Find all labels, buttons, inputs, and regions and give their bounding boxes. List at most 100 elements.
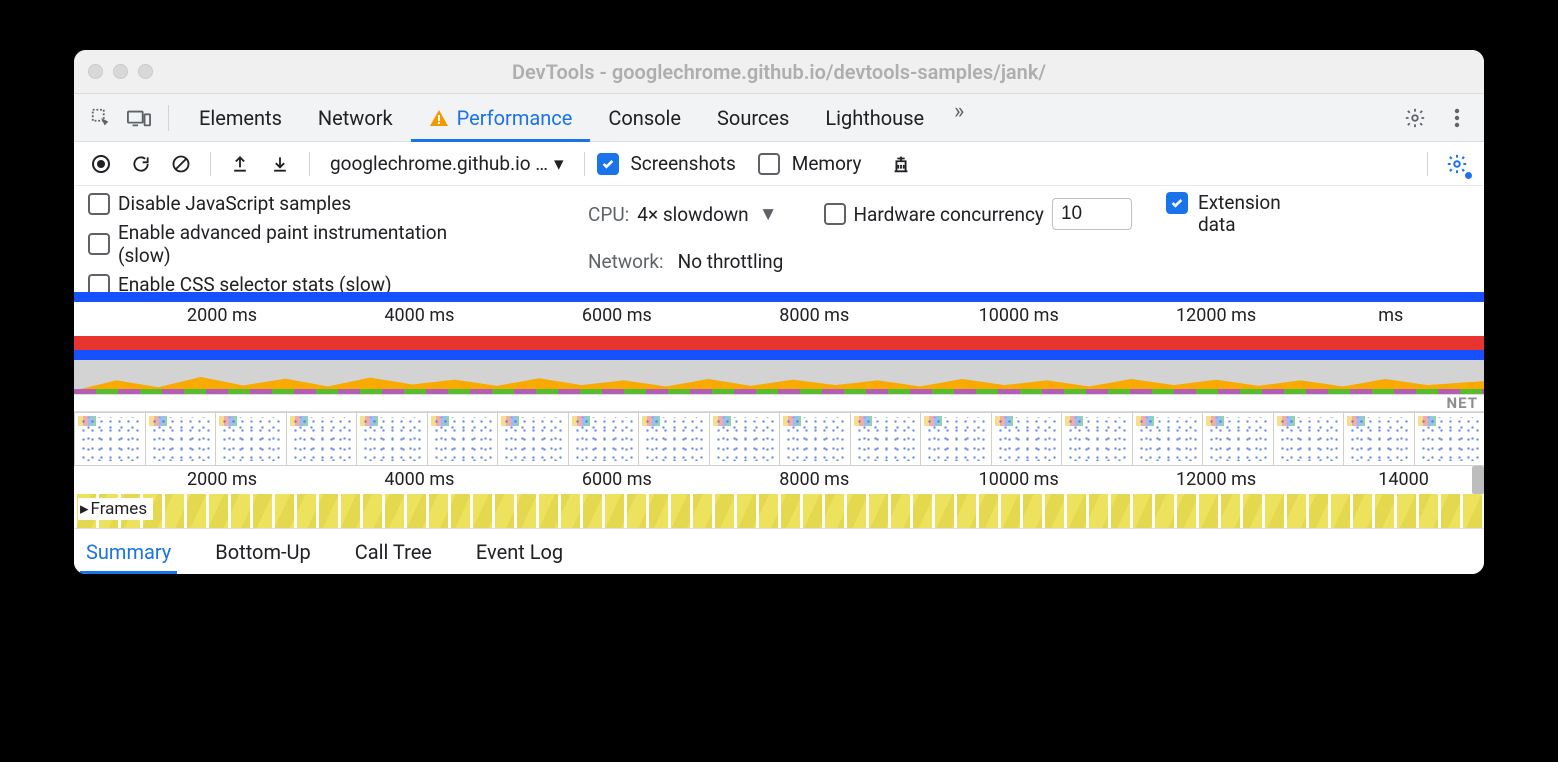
disable-js-samples-label: Disable JavaScript samples <box>118 192 351 215</box>
filmstrip-thumb[interactable] <box>1202 412 1274 466</box>
chevron-down-icon: ▼ <box>759 202 778 226</box>
hardware-concurrency-input[interactable] <box>1052 198 1132 230</box>
cpu-label: CPU: <box>588 203 629 226</box>
tick-label: 6000 ms <box>582 305 652 326</box>
filmstrip-thumb[interactable] <box>1132 412 1204 466</box>
overview-ticks: 2000 ms 4000 ms 6000 ms 8000 ms 10000 ms… <box>74 302 1484 332</box>
filmstrip-thumb[interactable] <box>1343 412 1415 466</box>
tab-network[interactable]: Network <box>300 94 411 141</box>
overview-ruler[interactable]: 2000 ms 4000 ms 6000 ms 8000 ms 10000 ms… <box>74 292 1484 360</box>
maximize-window-icon[interactable] <box>138 64 153 79</box>
network-throttle-value: No throttling <box>678 250 784 273</box>
device-toolbar-icon[interactable] <box>122 101 156 135</box>
download-icon[interactable] <box>263 147 297 181</box>
devtools-window: DevTools - googlechrome.github.io/devtoo… <box>74 50 1484 574</box>
tab-performance[interactable]: Performance <box>411 94 591 141</box>
origin-label: googlechrome.github.io … <box>330 152 548 175</box>
divider <box>168 105 169 131</box>
disable-js-samples-checkbox[interactable] <box>88 193 110 215</box>
reload-record-icon[interactable] <box>124 147 158 181</box>
clear-icon[interactable] <box>164 147 198 181</box>
screenshot-filmstrip[interactable] <box>74 412 1484 466</box>
advanced-paint-label: Enable advanced paint instrumentation (s… <box>118 221 458 267</box>
divider <box>584 152 585 176</box>
scrollbar[interactable] <box>1472 466 1484 494</box>
upload-icon[interactable] <box>223 147 257 181</box>
details-tab-bar: Summary Bottom-Up Call Tree Event Log <box>74 528 1484 574</box>
tab-label: Performance <box>457 106 573 130</box>
net-label: NET <box>1447 394 1478 412</box>
frames-track-header[interactable]: ▸ Frames <box>78 498 153 520</box>
tab-sources[interactable]: Sources <box>699 94 807 141</box>
tab-bottom-up[interactable]: Bottom-Up <box>209 529 316 574</box>
frames-track[interactable]: ▸ Frames <box>74 494 1484 528</box>
tick-label: 8000 ms <box>779 469 849 490</box>
tab-elements[interactable]: Elements <box>181 94 300 141</box>
filmstrip-thumb[interactable] <box>568 412 640 466</box>
extension-data-label: Extension data <box>1198 192 1281 236</box>
origin-select[interactable]: googlechrome.github.io … ▾ <box>322 149 572 179</box>
close-window-icon[interactable] <box>88 64 103 79</box>
filmstrip-thumb[interactable] <box>638 412 710 466</box>
minimize-window-icon[interactable] <box>113 64 128 79</box>
filmstrip-thumb[interactable] <box>709 412 781 466</box>
filmstrip-thumb[interactable] <box>145 412 217 466</box>
tab-label: Lighthouse <box>825 106 924 130</box>
tab-console[interactable]: Console <box>590 94 699 141</box>
divider <box>309 152 310 176</box>
tab-summary[interactable]: Summary <box>80 529 177 574</box>
filmstrip-thumb[interactable] <box>1273 412 1345 466</box>
long-task-bar <box>74 336 1484 350</box>
capture-settings-icon[interactable] <box>1440 147 1474 181</box>
garbage-collect-icon[interactable] <box>884 147 918 181</box>
filmstrip-thumb[interactable] <box>920 412 992 466</box>
filmstrip-thumb[interactable] <box>215 412 287 466</box>
filmstrip-thumb[interactable] <box>74 412 146 466</box>
tabs: Elements Network Performance Console Sou… <box>181 94 976 141</box>
tick-label: 10000 ms <box>979 469 1059 490</box>
tab-label: Console <box>608 106 681 130</box>
more-tabs-icon[interactable]: » <box>942 94 976 128</box>
cpu-throttle-select[interactable]: 4× slowdown ▼ <box>637 202 777 226</box>
screenshots-label: Screenshots <box>631 152 736 175</box>
memory-label: Memory <box>792 152 862 175</box>
divider <box>1427 152 1428 176</box>
cpu-overview-chart[interactable] <box>74 360 1484 394</box>
main-tab-bar: Elements Network Performance Console Sou… <box>74 94 1484 142</box>
hardware-concurrency-checkbox[interactable] <box>824 203 846 225</box>
filmstrip-thumb[interactable] <box>991 412 1063 466</box>
divider <box>210 152 211 176</box>
tick-label: 14000 ms <box>1378 292 1449 326</box>
filmstrip-thumb[interactable] <box>286 412 358 466</box>
performance-toolbar: googlechrome.github.io … ▾ Screenshots M… <box>74 142 1484 186</box>
inspect-element-icon[interactable] <box>84 101 118 135</box>
flamechart-ruler[interactable]: 2000 ms 4000 ms 6000 ms 8000 ms 10000 ms… <box>74 466 1484 494</box>
filmstrip-thumb[interactable] <box>356 412 428 466</box>
tab-call-tree[interactable]: Call Tree <box>349 529 438 574</box>
kebab-menu-icon[interactable] <box>1440 101 1474 135</box>
filmstrip-thumb[interactable] <box>1414 412 1485 466</box>
filmstrip-thumb[interactable] <box>1061 412 1133 466</box>
tick-label: 4000 ms <box>384 305 454 326</box>
record-icon[interactable] <box>84 147 118 181</box>
hardware-concurrency-label: Hardware concurrency <box>854 203 1044 226</box>
tick-label: 2000 ms <box>187 469 257 490</box>
filmstrip-thumb[interactable] <box>779 412 851 466</box>
tick-label: 4000 ms <box>384 469 454 490</box>
screenshots-checkbox[interactable] <box>597 153 619 175</box>
filmstrip-thumb[interactable] <box>427 412 499 466</box>
network-label: Network: <box>588 250 664 273</box>
filmstrip-thumb[interactable] <box>850 412 922 466</box>
chevron-down-icon: ▾ <box>554 152 564 175</box>
tab-label: Sources <box>717 106 789 130</box>
network-overview[interactable]: NET <box>74 394 1484 412</box>
extension-data-checkbox[interactable] <box>1166 192 1188 214</box>
advanced-paint-checkbox[interactable] <box>88 233 110 255</box>
tab-lighthouse[interactable]: Lighthouse <box>807 94 942 141</box>
settings-icon[interactable] <box>1398 101 1432 135</box>
memory-checkbox[interactable] <box>758 153 780 175</box>
frames-label-text: Frames <box>91 499 148 519</box>
filmstrip-thumb[interactable] <box>497 412 569 466</box>
tab-event-log[interactable]: Event Log <box>470 529 569 574</box>
tick-label: 12000 ms <box>1176 305 1256 326</box>
